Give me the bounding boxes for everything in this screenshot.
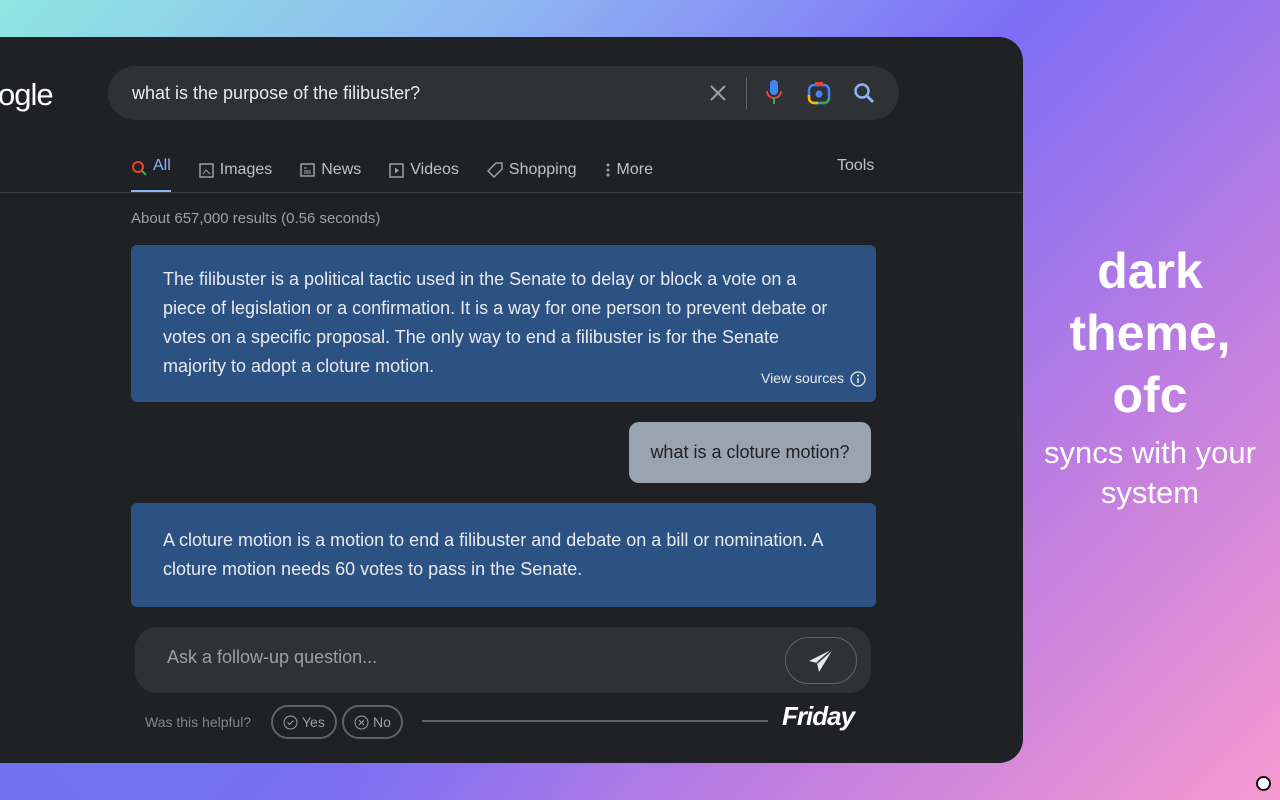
answer-bubble: The filibuster is a political tactic use… (131, 245, 876, 402)
follow-up-box (135, 627, 871, 693)
paper-plane-icon (809, 647, 834, 672)
divider (422, 720, 768, 722)
tab-news[interactable]: News (300, 157, 361, 183)
close-icon[interactable] (709, 84, 727, 102)
no-button[interactable]: No (342, 705, 403, 739)
news-icon (300, 163, 315, 177)
tab-label: News (321, 161, 362, 178)
follow-up-input[interactable] (167, 647, 767, 668)
divider (0, 192, 1023, 193)
tools-button[interactable]: Tools (837, 157, 874, 175)
promo-headline: dark theme, ofc (1069, 243, 1231, 423)
info-icon (850, 370, 866, 387)
yes-button[interactable]: Yes (271, 705, 337, 739)
camera-lens-icon[interactable] (807, 81, 831, 105)
browser-window: ogle what is the purpose of the filibust… (0, 37, 1023, 763)
tab-all[interactable]: All (131, 157, 171, 193)
search-box[interactable]: what is the purpose of the filibuster? (108, 66, 899, 120)
view-sources-label: View sources (760, 370, 844, 386)
x-circle-icon (354, 715, 369, 729)
answer-text: The filibuster is a political tactic use… (163, 269, 828, 376)
tab-videos[interactable]: Videos (389, 157, 459, 183)
circle-icon (1256, 776, 1271, 791)
image-icon (199, 162, 214, 178)
tag-icon (486, 162, 503, 178)
user-question-bubble: what is a cloture motion? (629, 422, 871, 483)
divider (746, 77, 747, 109)
search-query[interactable]: what is the purpose of the filibuster? (132, 83, 420, 104)
promo-subtitle: syncs with your system (1044, 435, 1256, 510)
play-icon (389, 162, 405, 178)
tab-label: Images (219, 161, 273, 178)
answer-text: A cloture motion is a motion to end a fi… (163, 530, 823, 579)
tab-label: All (153, 157, 171, 174)
tab-images[interactable]: Images (199, 157, 272, 183)
tab-label: Videos (410, 161, 459, 178)
helpful-prompt: Was this helpful? (145, 714, 252, 730)
no-label: No (373, 714, 391, 730)
dots-vertical-icon (606, 163, 610, 177)
tab-shopping[interactable]: Shopping (486, 157, 577, 183)
friday-logo: Friday (782, 701, 855, 731)
search-icon (132, 161, 147, 176)
microphone-icon[interactable] (764, 79, 784, 107)
tab-more[interactable]: More (605, 157, 653, 183)
tab-label: Shopping (508, 161, 577, 178)
check-circle-icon (283, 715, 298, 729)
search-icon[interactable] (853, 82, 875, 104)
answer-bubble: A cloture motion is a motion to end a fi… (131, 503, 876, 607)
google-logo[interactable]: ogle (0, 77, 54, 113)
search-tabs: All Images News Videos Shopping More (131, 157, 653, 193)
yes-label: Yes (302, 714, 325, 730)
tab-label: More (616, 161, 653, 178)
view-sources-link[interactable]: View sources (761, 364, 866, 393)
send-button[interactable] (785, 637, 857, 684)
result-stats: About 657,000 results (0.56 seconds) (131, 210, 381, 227)
